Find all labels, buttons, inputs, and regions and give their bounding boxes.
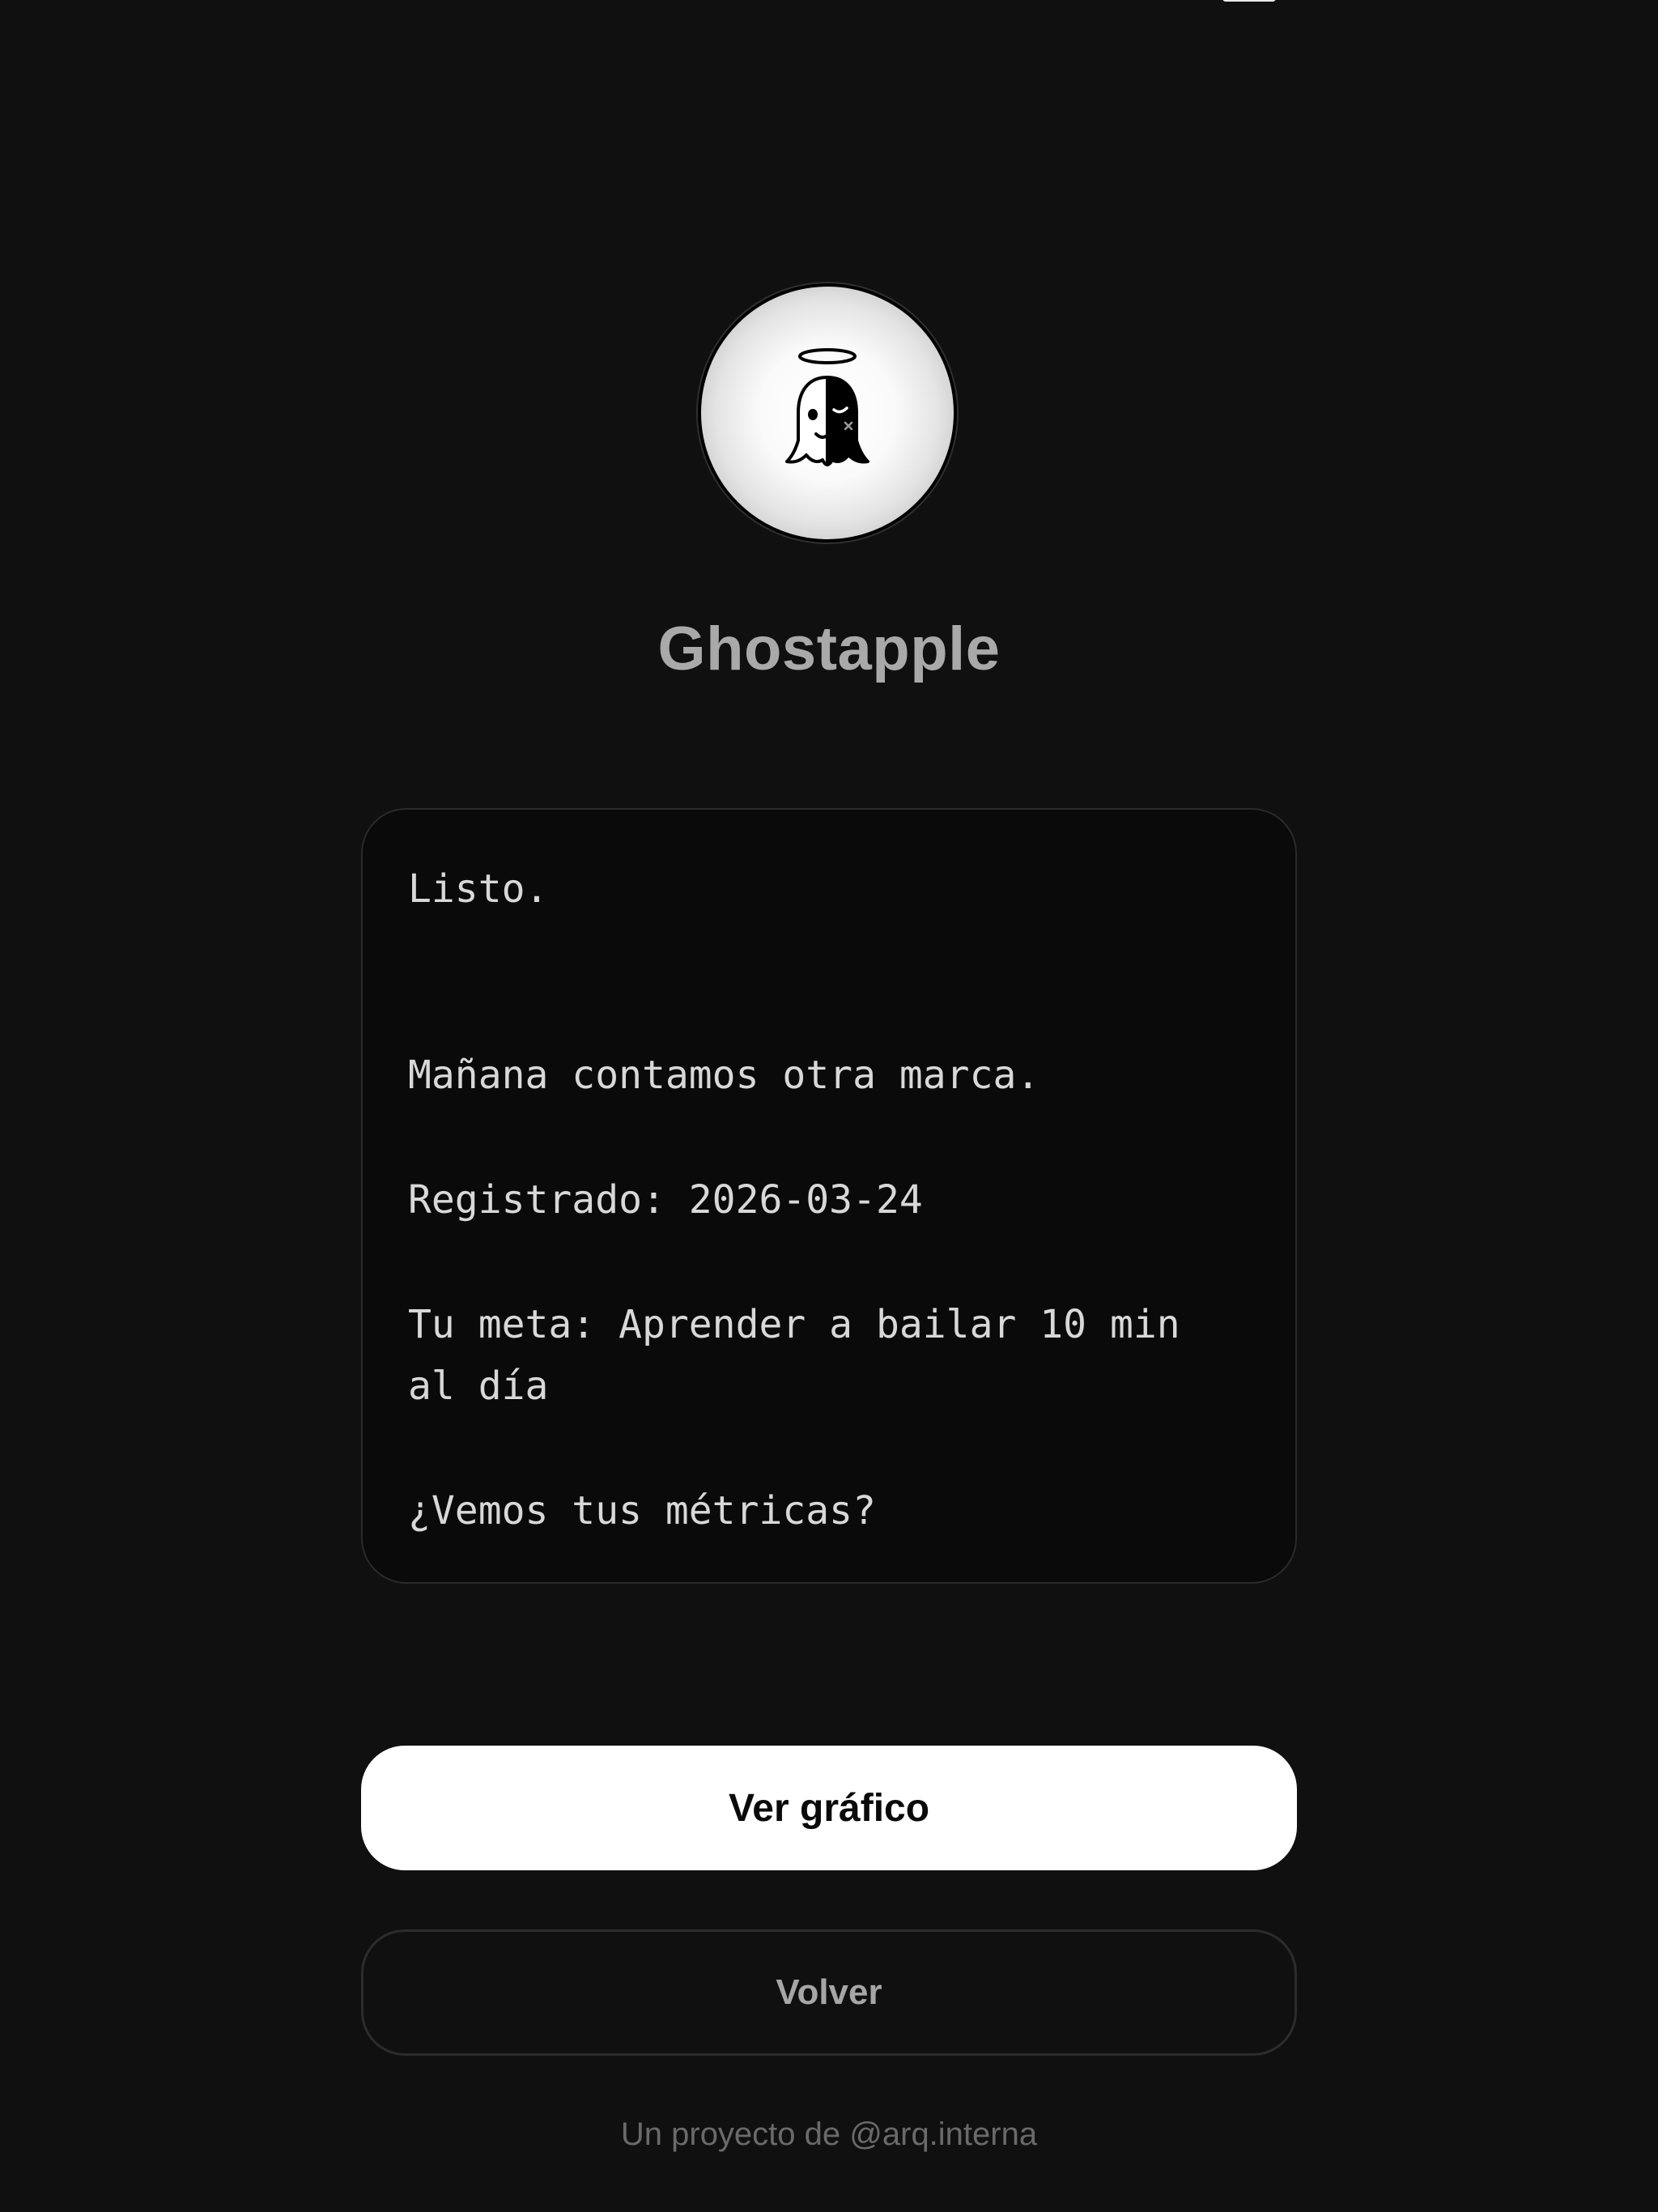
top-edge-mark <box>1222 0 1276 2</box>
avatar <box>698 283 957 542</box>
footer-prefix: Un proyecto de <box>620 2116 850 2152</box>
footer-handle-link[interactable]: @arq.interna <box>849 2116 1037 2152</box>
back-button[interactable]: Volver <box>361 1929 1297 2056</box>
message-line-question: ¿Vemos tus métricas? <box>408 1488 876 1534</box>
footer-credit: Un proyecto de @arq.interna <box>0 2110 1658 2159</box>
ghost-halo-icon <box>785 348 869 466</box>
message-line-listo: Listo. <box>408 866 549 912</box>
message-card: Listo. Mañana contamos otra marca. Regis… <box>361 808 1297 1584</box>
message-line-meta: Tu meta: Aprender a bailar 10 min al día <box>408 1302 1180 1409</box>
app-title: Ghostapple <box>657 615 1001 683</box>
message-line-registrado: Registrado: 2026-03-24 <box>408 1177 923 1223</box>
view-chart-button[interactable]: Ver gráfico <box>361 1746 1297 1870</box>
message-line-manana: Mañana contamos otra marca. <box>408 1053 1040 1098</box>
screen: Ghostapple Listo. Mañana contamos otra m… <box>0 0 1658 2212</box>
